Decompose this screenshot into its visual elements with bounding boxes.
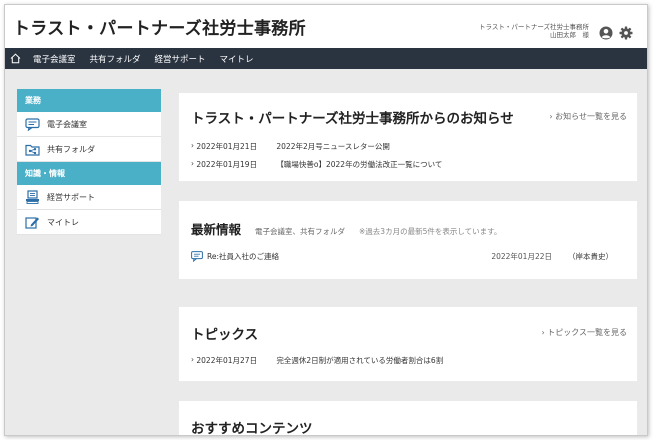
latest-note: ※過去3カ月の最新5件を表示しています。: [359, 227, 502, 236]
sidebar-item-label: マイトレ: [47, 217, 79, 227]
notice-date: 2022年01月21日: [196, 142, 258, 151]
sidebar-item-mytore[interactable]: マイトレ: [17, 210, 161, 235]
notices-title: トラスト・パートナーズ社労士事務所からのお知らせ: [191, 111, 514, 127]
nav-item-mytore[interactable]: マイトレ: [220, 53, 254, 65]
latest-item-author: （岸本貴史）: [568, 252, 613, 261]
notice-item[interactable]: › 2022年01月21日 2022年2月号ニュースレター公開: [191, 141, 390, 152]
document-stack-icon: [26, 190, 39, 204]
sidebar-item-business-support[interactable]: 経営サポート: [17, 185, 161, 210]
sidebar-heading-work: 業務: [17, 89, 161, 112]
topic-date: 2022年01月27日: [196, 356, 258, 365]
recommended-title: おすすめコンテンツ: [191, 421, 313, 436]
app-window: トラスト・パートナーズ社労士事務所 トラスト・パートナーズ社労士事務所 山田太郎…: [4, 4, 648, 436]
nav-item-shared-folder[interactable]: 共有フォルダ: [90, 53, 141, 65]
nav-item-business-support[interactable]: 経営サポート: [155, 53, 206, 65]
topics-title: トピックス: [191, 327, 259, 343]
topics-list-link[interactable]: › トピックス一覧を見る: [541, 327, 627, 338]
sidebar-heading-knowledge: 知識・情報: [17, 162, 161, 185]
user-info: トラスト・パートナーズ社労士事務所 山田太郎 様: [479, 23, 589, 39]
latest-title: 最新情報: [191, 222, 242, 237]
recommended-card: おすすめコンテンツ: [179, 401, 637, 436]
notices-list-link[interactable]: › お知らせ一覧を見る: [549, 111, 627, 122]
notice-text: 【職場快善o】2022年の労働法改正一覧について: [276, 160, 443, 169]
latest-card: 最新情報 電子会議室、共有フォルダ ※過去3カ月の最新5件を表示しています。 R…: [179, 201, 637, 279]
sidebar: 業務 電子会議室 共有フォルダ 知識・情報 経営サポート マイトレ: [17, 89, 161, 235]
sidebar-item-label: 経営サポート: [47, 192, 95, 202]
topic-item[interactable]: › 2022年01月27日 完全週休2日制が適用されている労働者割合は6割: [191, 355, 443, 366]
home-button[interactable]: [7, 48, 23, 69]
main-content: 業務 電子会議室 共有フォルダ 知識・情報 経営サポート マイトレ トラスト・パ…: [5, 69, 647, 436]
gear-icon[interactable]: [619, 26, 633, 40]
chat-icon: [191, 251, 203, 262]
sidebar-item-conference[interactable]: 電子会議室: [17, 112, 161, 137]
home-icon: [10, 53, 20, 64]
sidebar-item-shared-folder[interactable]: 共有フォルダ: [17, 137, 161, 162]
topics-card: トピックス › トピックス一覧を見る › 2022年01月27日 完全週休2日制…: [179, 307, 637, 381]
notice-text: 2022年2月号ニュースレター公開: [276, 142, 390, 151]
latest-subtitle: 電子会議室、共有フォルダ: [255, 227, 346, 236]
nav-item-conference[interactable]: 電子会議室: [33, 53, 76, 65]
latest-item-date: 2022年01月22日: [491, 252, 552, 261]
topic-text: 完全週休2日制が適用されている労働者割合は6割: [276, 356, 444, 365]
header: トラスト・パートナーズ社労士事務所 トラスト・パートナーズ社労士事務所 山田太郎…: [5, 5, 647, 45]
latest-header: 最新情報 電子会議室、共有フォルダ ※過去3カ月の最新5件を表示しています。: [191, 219, 501, 238]
main-navbar: 電子会議室 共有フォルダ 経営サポート マイトレ: [5, 48, 647, 69]
user-name: 山田太郎 様: [550, 31, 589, 39]
latest-item[interactable]: Re:社員入社のご連絡 2022年01月22日 （岸本貴史）: [191, 251, 627, 262]
notice-item[interactable]: › 2022年01月19日 【職場快善o】2022年の労働法改正一覧について: [191, 159, 442, 170]
chat-icon: [25, 117, 40, 131]
shared-folder-icon: [25, 144, 40, 156]
notices-card: トラスト・パートナーズ社労士事務所からのお知らせ › お知らせ一覧を見る › 2…: [179, 93, 637, 181]
latest-item-text: Re:社員入社のご連絡: [207, 252, 280, 261]
notice-date: 2022年01月19日: [196, 160, 258, 169]
sidebar-item-label: 電子会議室: [47, 119, 87, 129]
pencil-notebook-icon: [25, 216, 39, 229]
site-title[interactable]: トラスト・パートナーズ社労士事務所: [13, 14, 306, 39]
sidebar-item-label: 共有フォルダ: [47, 144, 95, 154]
user-office: トラスト・パートナーズ社労士事務所: [478, 23, 589, 31]
user-account-icon[interactable]: [599, 26, 613, 40]
